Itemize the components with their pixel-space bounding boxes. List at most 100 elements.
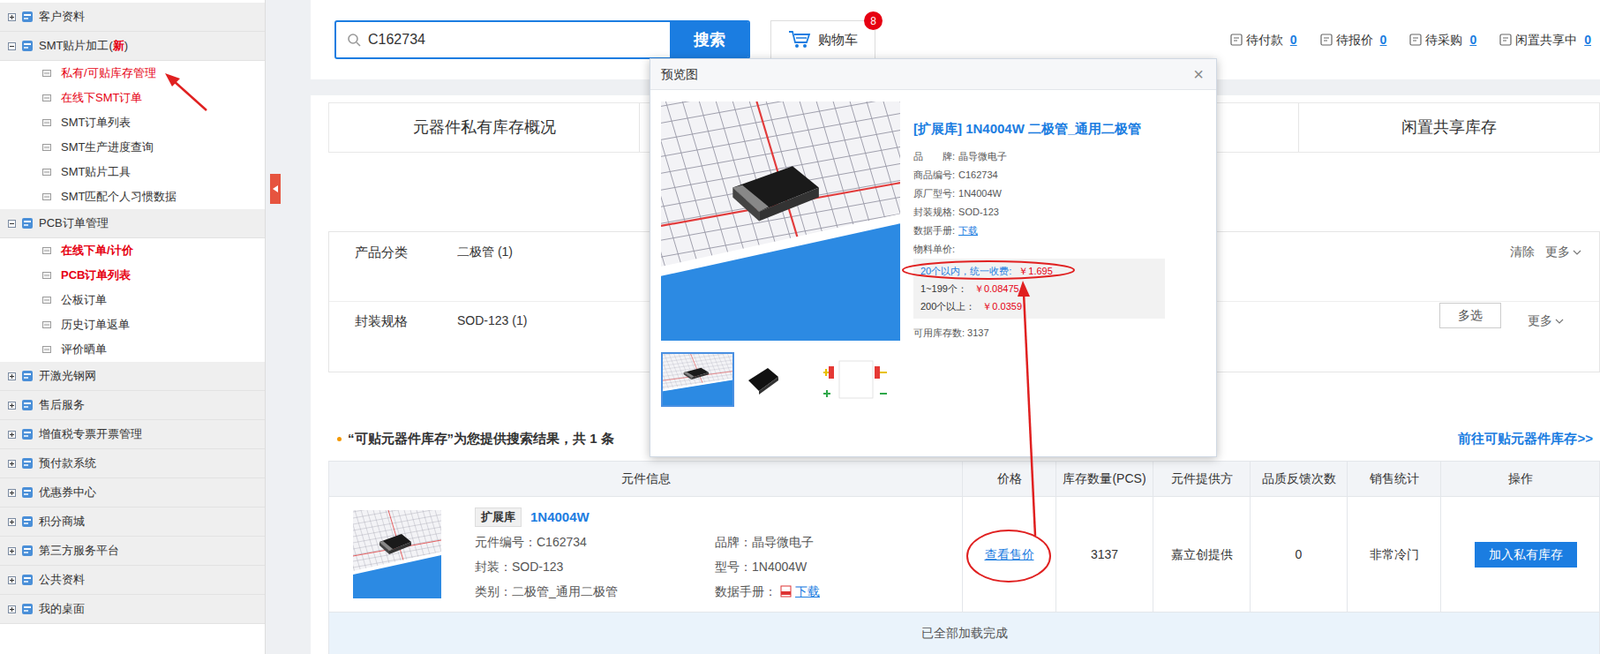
- tab[interactable]: 元器件私有库存概况: [329, 103, 640, 152]
- stat-item[interactable]: 待报价 0: [1320, 30, 1388, 50]
- expand-icon[interactable]: [7, 13, 16, 22]
- detail-value[interactable]: 下载: [958, 221, 978, 241]
- stat-label[interactable]: 闲置共享中: [1515, 30, 1578, 50]
- sidebar-item-label[interactable]: SMT订单列表: [60, 113, 131, 132]
- sidebar-item[interactable]: 评价晒单: [0, 337, 265, 362]
- group-label-text[interactable]: 开激光钢网: [38, 368, 97, 383]
- sidebar-item-label[interactable]: PCB订单列表: [60, 266, 131, 285]
- sidebar-item[interactable]: 在线下单/计价: [0, 238, 265, 263]
- sidebar-item[interactable]: 历史订单返单: [0, 312, 265, 338]
- group-label[interactable]: 售后服务: [38, 396, 85, 414]
- thumbnail[interactable]: [814, 352, 900, 407]
- group-label-text[interactable]: 预付款系统: [38, 456, 97, 470]
- search-button[interactable]: 搜索: [669, 22, 749, 58]
- more-label[interactable]: 更多: [1527, 311, 1553, 331]
- group-label[interactable]: 优惠券中心: [38, 483, 97, 502]
- group-label-text[interactable]: 增值税专票开票管理: [38, 427, 143, 441]
- collapse-button[interactable]: [270, 173, 281, 204]
- sidebar-group[interactable]: 预付款系统: [0, 449, 265, 479]
- thumbnail[interactable]: [741, 352, 785, 407]
- sidebar-group[interactable]: 售后服务: [0, 390, 265, 421]
- results-link[interactable]: 前往可贴元器件库存>>: [1457, 428, 1593, 450]
- group-label[interactable]: 第三方服务平台: [38, 541, 120, 560]
- sidebar-item-label[interactable]: 私有/可贴库存管理: [60, 64, 157, 83]
- cart-button[interactable]: 购物车8: [770, 20, 876, 60]
- clear-link[interactable]: 清除: [1509, 242, 1535, 262]
- view-price-link[interactable]: 查看售价: [984, 545, 1035, 564]
- sidebar-group[interactable]: 优惠券中心: [0, 478, 265, 508]
- search-value[interactable]: C162734: [368, 29, 426, 51]
- stat-label[interactable]: 待报价: [1336, 30, 1374, 50]
- group-label[interactable]: 增值税专票开票管理: [38, 425, 143, 444]
- stat-item[interactable]: 闲置共享中 0: [1499, 30, 1592, 50]
- expand-icon[interactable]: [7, 518, 16, 526]
- group-label[interactable]: PCB订单管理: [38, 214, 109, 233]
- sidebar-group[interactable]: 积分商城: [0, 507, 265, 537]
- more-label[interactable]: 更多: [1545, 242, 1570, 262]
- expand-icon[interactable]: [7, 488, 16, 497]
- sidebar-item-label[interactable]: 评价晒单: [60, 340, 107, 359]
- group-label[interactable]: 公共资料: [38, 570, 85, 589]
- sidebar-item-label[interactable]: 历史订单返单: [60, 315, 130, 334]
- sidebar-group[interactable]: 开激光钢网: [0, 361, 265, 391]
- stat-label[interactable]: 待付款: [1246, 30, 1284, 50]
- sidebar-item[interactable]: PCB订单列表: [0, 262, 265, 288]
- add-private-stock-button[interactable]: 加入私有库存: [1474, 541, 1578, 568]
- search-field[interactable]: C162734: [336, 22, 670, 58]
- sidebar-item[interactable]: 在线下SMT订单: [0, 85, 265, 111]
- more-link[interactable]: 更多: [1527, 311, 1564, 331]
- sidebar-item[interactable]: SMT匹配个人习惯数据: [0, 184, 265, 210]
- datasheet-link[interactable]: 下载: [795, 582, 820, 601]
- more-link[interactable]: 更多: [1545, 242, 1582, 262]
- sidebar-item[interactable]: 私有/可贴库存管理: [0, 60, 265, 86]
- expand-icon[interactable]: [7, 372, 16, 381]
- thumbnail[interactable]: [661, 352, 735, 407]
- stat-item[interactable]: 待采购 0: [1409, 30, 1477, 50]
- group-label-text[interactable]: 第三方服务平台: [38, 543, 120, 557]
- multi-select-button[interactable]: 多选: [1439, 302, 1502, 329]
- group-label-text[interactable]: 积分商城: [38, 514, 85, 528]
- group-label[interactable]: SMT贴片加工(新): [38, 37, 128, 55]
- stat-count[interactable]: 0: [1584, 30, 1592, 50]
- sidebar-item-label[interactable]: 公板订单: [60, 291, 107, 309]
- sidebar-item[interactable]: SMT生产进度查询: [0, 135, 265, 160]
- group-label-text[interactable]: 公共资料: [38, 572, 85, 586]
- group-label[interactable]: 开激光钢网: [38, 367, 97, 385]
- sidebar-group[interactable]: 增值税专票开票管理: [0, 420, 265, 450]
- sidebar-group[interactable]: SMT贴片加工(新): [0, 31, 265, 61]
- sidebar-item-label[interactable]: SMT生产进度查询: [60, 138, 154, 157]
- collapse-icon[interactable]: [7, 219, 16, 228]
- expand-icon[interactable]: [7, 459, 16, 468]
- group-label-text[interactable]: PCB订单管理: [38, 216, 109, 230]
- group-label-text[interactable]: 售后服务: [38, 398, 85, 412]
- sidebar-item[interactable]: 公板订单: [0, 287, 265, 313]
- group-label-text[interactable]: 我的桌面: [38, 601, 85, 616]
- sidebar-group[interactable]: 第三方服务平台: [0, 536, 265, 566]
- sidebar-item-label[interactable]: 在线下单/计价: [60, 241, 134, 260]
- sidebar-item-label[interactable]: SMT贴片工具: [60, 163, 131, 181]
- group-label[interactable]: 我的桌面: [38, 600, 85, 618]
- stat-count[interactable]: 0: [1380, 30, 1388, 50]
- collapse-icon[interactable]: [7, 42, 16, 51]
- group-label-text[interactable]: SMT贴片加工(: [38, 38, 113, 53]
- expand-icon[interactable]: [7, 401, 16, 410]
- stat-label[interactable]: 待采购: [1425, 30, 1463, 50]
- stat-count[interactable]: 0: [1290, 30, 1298, 50]
- sidebar-group[interactable]: 我的桌面: [0, 594, 265, 624]
- stat-count[interactable]: 0: [1469, 30, 1477, 50]
- group-label-text[interactable]: 优惠券中心: [38, 485, 97, 499]
- group-label[interactable]: 客户资料: [38, 7, 85, 26]
- part-number[interactable]: 1N4004W: [530, 507, 590, 528]
- sidebar-item[interactable]: SMT订单列表: [0, 110, 265, 136]
- expand-icon[interactable]: [7, 576, 16, 585]
- expand-icon[interactable]: [7, 547, 16, 556]
- sidebar-item-label[interactable]: 在线下SMT订单: [60, 89, 143, 107]
- sidebar-group[interactable]: 客户资料: [0, 2, 265, 32]
- group-label-text[interactable]: 客户资料: [38, 9, 85, 23]
- stat-item[interactable]: 待付款 0: [1230, 30, 1298, 50]
- sidebar-group[interactable]: PCB订单管理: [0, 209, 265, 239]
- close-button[interactable]: ×: [1193, 65, 1204, 83]
- sidebar-item-label[interactable]: SMT匹配个人习惯数据: [60, 187, 177, 206]
- group-label[interactable]: 积分商城: [38, 512, 85, 531]
- tab[interactable]: 闲置共享库存: [1298, 103, 1600, 152]
